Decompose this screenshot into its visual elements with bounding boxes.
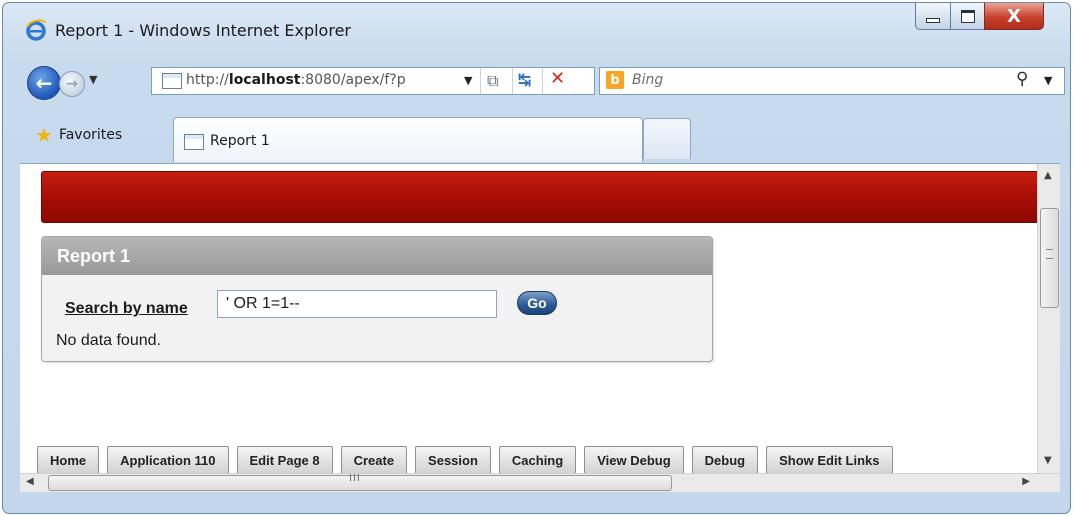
favorites-label: Favorites xyxy=(58,127,123,143)
address-bar[interactable]: http://localhost:8080/apex/f?p ▼ ⧉ ↹ ✕ xyxy=(151,67,595,95)
scroll-left-icon[interactable]: ◀ xyxy=(26,476,34,487)
search-label[interactable]: Search by name xyxy=(65,300,188,318)
recent-pages-dropdown[interactable]: ▼ xyxy=(89,73,97,86)
scroll-up-icon[interactable]: ▲ xyxy=(1044,170,1052,181)
window-title: Report 1 - Windows Internet Explorer xyxy=(55,21,351,40)
page-viewport: Report 1 Search by name Go No data found… xyxy=(20,163,1060,492)
search-placeholder[interactable]: Bing xyxy=(632,72,663,88)
horizontal-scroll-thumb[interactable]: III xyxy=(48,473,672,491)
ie-logo-icon xyxy=(26,19,46,41)
address-dropdown-icon[interactable]: ▼ xyxy=(464,74,472,87)
favorites-bar: ★ Favorites Report 1 xyxy=(3,115,1070,165)
horizontal-scrollbar[interactable]: ◀ III ▶ xyxy=(20,473,1060,492)
address-url[interactable]: http://localhost:8080/apex/f?p xyxy=(186,72,406,88)
tab-report-1[interactable]: Report 1 xyxy=(173,117,643,162)
scroll-right-icon[interactable]: ▶ xyxy=(1022,476,1030,487)
dev-button-show-edit-links[interactable]: Show Edit Links xyxy=(766,446,893,474)
scroll-down-icon[interactable]: ▼ xyxy=(1044,455,1052,466)
dev-button-create[interactable]: Create xyxy=(340,446,408,474)
minimize-icon xyxy=(926,17,940,23)
dev-button-caching[interactable]: Caching xyxy=(498,446,577,474)
favorites-button[interactable]: ★ Favorites xyxy=(35,123,122,147)
region-title: Report 1 xyxy=(57,246,131,266)
grip-icon: III xyxy=(349,473,361,484)
tab-label: Report 1 xyxy=(210,133,270,149)
back-button[interactable]: ← xyxy=(27,66,61,100)
page-icon xyxy=(162,73,182,89)
dev-button-edit-page[interactable]: Edit Page 8 xyxy=(236,446,333,474)
bing-logo-icon: b xyxy=(606,71,624,89)
forward-arrow-icon: → xyxy=(66,76,78,92)
vertical-scrollbar[interactable]: ▲ ▼ xyxy=(1037,164,1060,476)
vertical-scroll-thumb[interactable] xyxy=(1040,208,1059,308)
search-icon[interactable]: ⚲ xyxy=(1016,69,1028,89)
dev-button-view-debug[interactable]: View Debug xyxy=(584,446,684,474)
no-data-message: No data found. xyxy=(56,332,161,349)
dev-button-session[interactable]: Session xyxy=(415,446,491,474)
search-dropdown-icon[interactable]: ▼ xyxy=(1044,74,1052,87)
grip-icon xyxy=(1046,249,1053,259)
dev-button-home[interactable]: Home xyxy=(37,446,100,474)
star-icon: ★ xyxy=(35,123,53,147)
stop-icon[interactable]: ✕ xyxy=(550,68,565,89)
dev-button-debug[interactable]: Debug xyxy=(691,446,759,474)
search-name-input[interactable] xyxy=(217,290,497,318)
report-region: Report 1 Search by name Go No data found… xyxy=(41,236,713,362)
maximize-icon xyxy=(960,9,975,23)
minimize-button[interactable] xyxy=(915,3,951,30)
maximize-button[interactable] xyxy=(950,3,985,30)
page-banner xyxy=(41,171,1043,223)
new-tab-button[interactable] xyxy=(643,118,691,159)
close-icon: X xyxy=(1007,5,1021,27)
browser-window: Report 1 - Windows Internet Explorer X ←… xyxy=(2,2,1071,514)
title-bar: Report 1 - Windows Internet Explorer X xyxy=(3,3,1070,41)
refresh-icon[interactable]: ↹ xyxy=(518,70,531,89)
search-box[interactable]: b Bing ⚲ ▼ xyxy=(599,67,1065,95)
region-header: Report 1 xyxy=(42,237,712,275)
back-arrow-icon: ← xyxy=(35,71,53,95)
go-button[interactable]: Go xyxy=(517,291,557,315)
close-window-button[interactable]: X xyxy=(984,3,1044,30)
compatibility-view-icon[interactable]: ⧉ xyxy=(487,71,498,91)
forward-button[interactable]: → xyxy=(59,71,85,97)
dev-button-application[interactable]: Application 110 xyxy=(107,446,229,474)
developer-toolbar: Home Application 110 Edit Page 8 Create … xyxy=(37,446,1047,474)
page-icon xyxy=(184,134,204,150)
